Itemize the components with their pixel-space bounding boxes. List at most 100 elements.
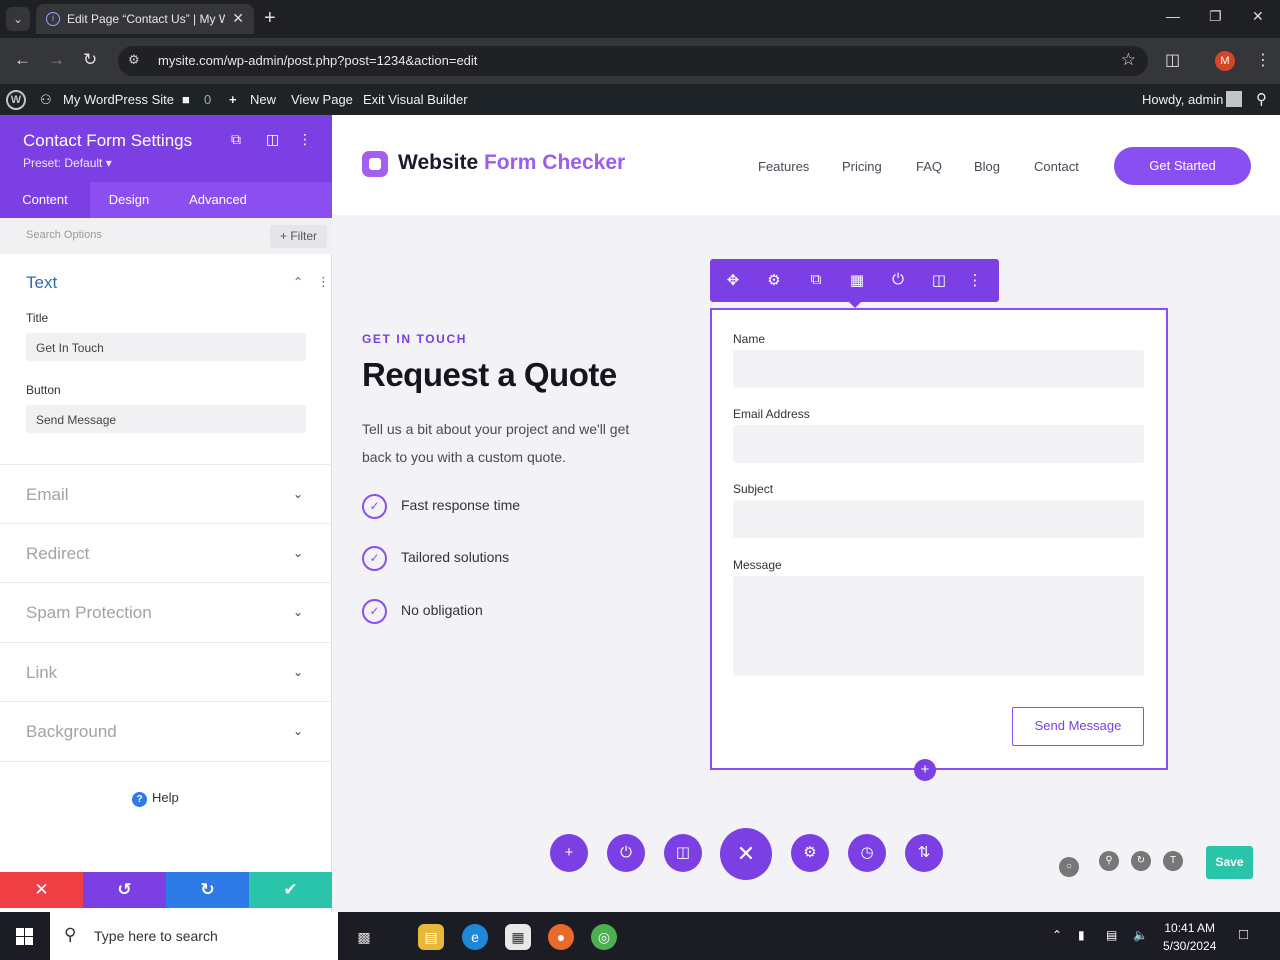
- fullscreen-icon[interactable]: ⧉: [231, 131, 241, 148]
- store-icon[interactable]: ▦: [505, 924, 531, 950]
- restore-button[interactable]: ❐: [1209, 8, 1222, 25]
- bookmark-star-icon[interactable]: ☆: [1121, 50, 1136, 70]
- panel-menu-icon[interactable]: ⋮: [298, 131, 312, 148]
- close-builder-button[interactable]: ✕: [720, 828, 772, 880]
- search-icon[interactable]: ⚲: [1256, 90, 1267, 108]
- section-redirect[interactable]: Redirect ⌄: [0, 524, 332, 583]
- back-icon[interactable]: ←: [14, 50, 31, 70]
- move-icon[interactable]: ✥: [722, 271, 744, 289]
- power-icon[interactable]: ⏻: [607, 834, 645, 872]
- save-changes-button[interactable]: ✔: [249, 872, 332, 908]
- gear-icon[interactable]: ⚙: [763, 271, 785, 289]
- filter-button[interactable]: + Filter: [270, 225, 327, 248]
- tab-search-button[interactable]: ⌄: [6, 7, 30, 31]
- save-button[interactable]: Save: [1206, 846, 1253, 879]
- battery-icon[interactable]: ▮: [1078, 928, 1085, 942]
- volume-icon[interactable]: 🔈: [1133, 928, 1148, 942]
- tab-design[interactable]: Design: [90, 182, 168, 218]
- page-heading: Request a Quote: [362, 356, 617, 393]
- site-name-link[interactable]: My WordPress Site: [63, 92, 174, 107]
- nav-features[interactable]: Features: [758, 159, 809, 174]
- nav-faq[interactable]: FAQ: [916, 159, 942, 174]
- portability-icon[interactable]: ⇅: [905, 834, 943, 872]
- zoom-icon[interactable]: ⚲: [1099, 851, 1119, 871]
- wordpress-logo-icon[interactable]: W: [6, 90, 26, 110]
- site-logo[interactable]: Website Form Checker: [398, 151, 625, 175]
- message-field[interactable]: [733, 576, 1144, 676]
- close-icon[interactable]: ✕: [232, 10, 244, 27]
- firefox-icon[interactable]: ●: [548, 924, 574, 950]
- nav-blog[interactable]: Blog: [974, 159, 1000, 174]
- user-avatar[interactable]: [1226, 91, 1242, 107]
- redo-button[interactable]: ↻: [166, 872, 249, 908]
- refresh-icon[interactable]: ↻: [1131, 851, 1151, 871]
- columns-icon[interactable]: ▦: [846, 271, 868, 289]
- new-link[interactable]: New: [250, 92, 276, 107]
- site-settings-icon[interactable]: ⚙: [128, 52, 140, 68]
- task-view-icon[interactable]: ▩: [351, 924, 377, 950]
- trash-icon[interactable]: ◫: [664, 834, 702, 872]
- section-menu-icon[interactable]: ⋮: [317, 274, 330, 290]
- side-panel-icon[interactable]: ◫: [1165, 50, 1180, 70]
- subject-field[interactable]: [733, 500, 1144, 538]
- forward-icon[interactable]: →: [48, 50, 65, 70]
- send-message-button[interactable]: Send Message: [1012, 707, 1144, 746]
- chat-icon[interactable]: ○: [1059, 857, 1079, 877]
- name-field[interactable]: [733, 350, 1144, 388]
- browser-menu-icon[interactable]: ⋮: [1255, 50, 1271, 70]
- new-tab-button[interactable]: +: [264, 7, 276, 29]
- tab-content[interactable]: Content: [0, 182, 90, 218]
- window-close-button[interactable]: ✕: [1252, 8, 1264, 25]
- chevron-up-icon[interactable]: ⌃: [293, 275, 303, 289]
- exit-visual-builder-link[interactable]: Exit Visual Builder: [363, 92, 468, 107]
- text-icon[interactable]: T: [1163, 851, 1183, 871]
- chevron-up-icon[interactable]: ⌃: [1052, 928, 1062, 942]
- network-icon[interactable]: ▤: [1106, 928, 1117, 942]
- section-background[interactable]: Background ⌄: [0, 702, 332, 761]
- reload-icon[interactable]: ↻: [83, 50, 97, 70]
- clock[interactable]: 10:41 AM 5/30/2024: [1163, 919, 1216, 955]
- trash-icon[interactable]: ◫: [928, 271, 950, 289]
- file-explorer-icon[interactable]: ▤: [418, 924, 444, 950]
- button-text-input[interactable]: Send Message: [26, 405, 306, 433]
- more-options-icon[interactable]: ⋮: [964, 271, 986, 289]
- url-bar[interactable]: ⚙ mysite.com/wp-admin/post.php?post=1234…: [118, 46, 1148, 76]
- section-eyebrow: GET IN TOUCH: [362, 332, 467, 346]
- comments-count[interactable]: 0: [204, 92, 211, 107]
- add-section-button[interactable]: +: [550, 834, 588, 872]
- profile-avatar[interactable]: M: [1215, 51, 1235, 71]
- gear-icon[interactable]: ⚙: [791, 834, 829, 872]
- notification-icon[interactable]: □: [1239, 926, 1248, 943]
- preset-dropdown[interactable]: Preset: Default ▾: [23, 156, 112, 170]
- help-link[interactable]: ? Help: [132, 790, 179, 807]
- nav-contact[interactable]: Contact: [1034, 159, 1079, 174]
- contact-form-module[interactable]: Name Email Address Subject Message Send …: [710, 308, 1168, 770]
- edge-icon[interactable]: e: [462, 924, 488, 950]
- taskbar-search[interactable]: ⚲ Type here to search: [50, 912, 338, 960]
- tab-advanced[interactable]: Advanced: [168, 182, 268, 218]
- globe-app-icon[interactable]: ◎: [591, 924, 617, 950]
- undo-button[interactable]: ↺: [83, 872, 166, 908]
- view-page-link[interactable]: View Page: [291, 92, 353, 107]
- get-started-button[interactable]: Get Started: [1114, 147, 1251, 185]
- section-spam-protection[interactable]: Spam Protection ⌄: [0, 583, 332, 642]
- section-link[interactable]: Link ⌄: [0, 643, 332, 702]
- windows-start-icon[interactable]: [16, 928, 33, 945]
- email-field[interactable]: [733, 425, 1144, 463]
- title-input[interactable]: Get In Touch: [26, 333, 306, 361]
- section-label: Link: [26, 663, 58, 682]
- text-section-heading[interactable]: Text: [26, 273, 57, 293]
- comments-icon[interactable]: ■: [182, 92, 190, 107]
- add-module-button[interactable]: +: [914, 759, 936, 781]
- section-email[interactable]: Email ⌄: [0, 465, 332, 524]
- power-icon[interactable]: ⏻: [887, 271, 909, 288]
- discard-button[interactable]: ✕: [0, 872, 83, 908]
- nav-pricing[interactable]: Pricing: [842, 159, 882, 174]
- minimize-button[interactable]: —: [1166, 8, 1180, 24]
- duplicate-icon[interactable]: ⧉: [805, 271, 827, 288]
- history-icon[interactable]: ◷: [848, 834, 886, 872]
- browser-tab[interactable]: i Edit Page “Contact Us” | My Wor ✕: [36, 4, 254, 34]
- search-options-input[interactable]: Search Options: [26, 229, 102, 241]
- howdy-user-link[interactable]: Howdy, admin: [1142, 92, 1223, 107]
- dock-panel-icon[interactable]: ◫: [266, 131, 279, 148]
